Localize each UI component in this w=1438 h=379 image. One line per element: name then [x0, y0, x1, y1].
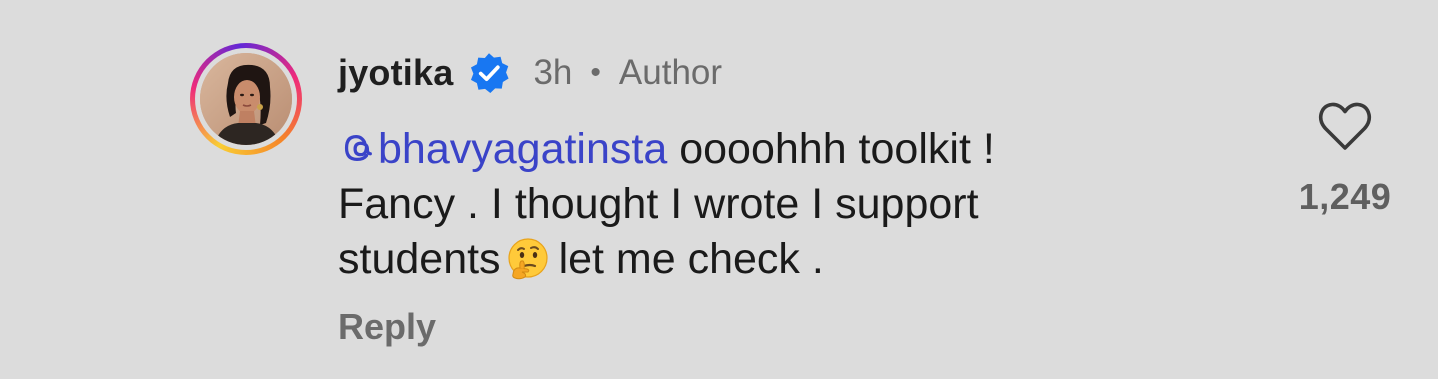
threads-at-icon [344, 134, 372, 162]
comment-header: jyotika 3h • Author [338, 50, 722, 96]
mention-link[interactable]: bhavyagatinsta [338, 125, 667, 173]
comment-line-3-before: students [338, 235, 501, 283]
separator-dot: • [590, 56, 601, 89]
comment-line-1-text: oooohhh toolkit ! [667, 125, 995, 173]
username[interactable]: jyotika [338, 52, 453, 94]
mention-username: bhavyagatinsta [378, 125, 668, 173]
comment-timestamp: 3h [533, 53, 573, 92]
comment-line-3-after: let me check . [558, 235, 824, 283]
comment-line-1: bhavyagatinsta oooohhh toolkit ! [338, 122, 1198, 177]
comment-text: bhavyagatinsta oooohhh toolkit ! Fancy .… [338, 122, 1198, 287]
verified-badge-icon [471, 53, 510, 94]
author-label: Author [618, 53, 723, 92]
avatar[interactable] [200, 53, 292, 145]
avatar-photo [200, 53, 292, 145]
avatar-story-ring[interactable] [190, 43, 302, 155]
comment-line-3: students let me check . [338, 232, 1198, 287]
like-control: 1,249 [1270, 100, 1420, 218]
thinking-face-emoji-icon [507, 238, 548, 280]
heart-outline-icon[interactable] [1317, 100, 1373, 152]
comment-row: jyotika 3h • Author bhavyagatinsta ooooh… [0, 0, 1438, 379]
comment-line-2: Fancy . I thought I wrote I support [338, 180, 979, 228]
like-count: 1,249 [1298, 176, 1392, 217]
reply-button[interactable]: Reply [338, 306, 436, 348]
avatar-ring-gap [195, 48, 297, 150]
